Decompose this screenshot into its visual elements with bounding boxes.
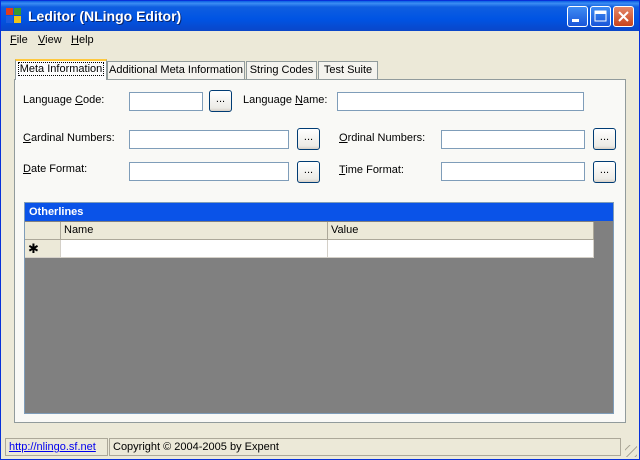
menu-file[interactable]: File [10, 34, 28, 46]
column-header-value[interactable]: Value [328, 222, 594, 240]
time-format-label: Time Format: [339, 164, 404, 176]
new-row-marker: ✱ [25, 240, 61, 258]
maximize-button[interactable] [590, 6, 611, 27]
menu-view-label: iew [45, 34, 62, 46]
close-button[interactable] [613, 6, 634, 27]
tab-test-suite-label: Test Suite [323, 64, 373, 76]
copyright-text: Copyright © 2004-2005 by Expent [109, 438, 621, 456]
ordinal-numbers-input[interactable] [441, 130, 585, 149]
menu-file-accel: F [10, 34, 17, 46]
language-code-browse-button[interactable]: ... [209, 90, 232, 112]
date-format-input[interactable] [129, 162, 289, 181]
menu-help-label: elp [78, 34, 94, 46]
cardinal-numbers-input[interactable] [129, 130, 289, 149]
tab-additional-meta-information-label: Additional Meta Information [109, 64, 243, 76]
menu-view[interactable]: View [38, 34, 62, 46]
language-code-label: Language Code: [23, 94, 105, 106]
tab-string-codes-label: String Codes [249, 64, 314, 76]
menu-bar: File View Help [1, 31, 639, 50]
title-bar[interactable]: Leditor (NLingo Editor) [1, 1, 639, 31]
minimize-icon [572, 19, 579, 22]
time-format-input[interactable] [441, 162, 585, 181]
window-title: Leditor (NLingo Editor) [28, 8, 182, 24]
app-window: Leditor (NLingo Editor) File View Help M… [0, 0, 640, 460]
status-bar: http://nlingo.sf.net Copyright © 2004-20… [1, 436, 639, 459]
date-format-browse-button[interactable]: ... [297, 161, 320, 183]
menu-file-label: ile [16, 34, 28, 46]
menu-help-accel: H [71, 34, 79, 46]
grid-caption: Otherlines [25, 203, 613, 221]
column-header-name[interactable]: Name [61, 222, 328, 240]
cardinal-numbers-label: Cardinal Numbers: [23, 132, 115, 144]
maximize-icon [594, 10, 607, 22]
time-format-browse-button[interactable]: ... [593, 161, 616, 183]
ordinal-numbers-label: Ordinal Numbers: [339, 132, 426, 144]
ordinal-numbers-browse-button[interactable]: ... [593, 128, 616, 150]
resize-grip-icon[interactable] [625, 445, 637, 457]
grid-cell-value[interactable] [328, 240, 594, 258]
tab-additional-meta-information[interactable]: Additional Meta Information [107, 61, 245, 79]
tab-string-codes[interactable]: String Codes [246, 61, 317, 79]
app-icon [6, 8, 22, 24]
menu-help[interactable]: Help [71, 34, 94, 46]
grid-cell-name[interactable] [61, 240, 328, 258]
minimize-button[interactable] [567, 6, 588, 27]
tab-test-suite[interactable]: Test Suite [318, 61, 378, 79]
language-name-label: Language Name: [243, 94, 328, 106]
language-code-input[interactable] [129, 92, 203, 111]
close-icon [618, 11, 629, 22]
tab-meta-information[interactable]: Meta Information [15, 59, 107, 80]
language-name-input[interactable] [337, 92, 584, 111]
date-format-label: Date Format: [23, 163, 88, 175]
tab-meta-information-label: Meta Information [17, 62, 105, 76]
row-header-corner [25, 222, 61, 240]
otherlines-grid[interactable]: Otherlines Name Value ✱ [24, 202, 614, 414]
website-link[interactable]: http://nlingo.sf.net [5, 438, 108, 456]
cardinal-numbers-browse-button[interactable]: ... [297, 128, 320, 150]
